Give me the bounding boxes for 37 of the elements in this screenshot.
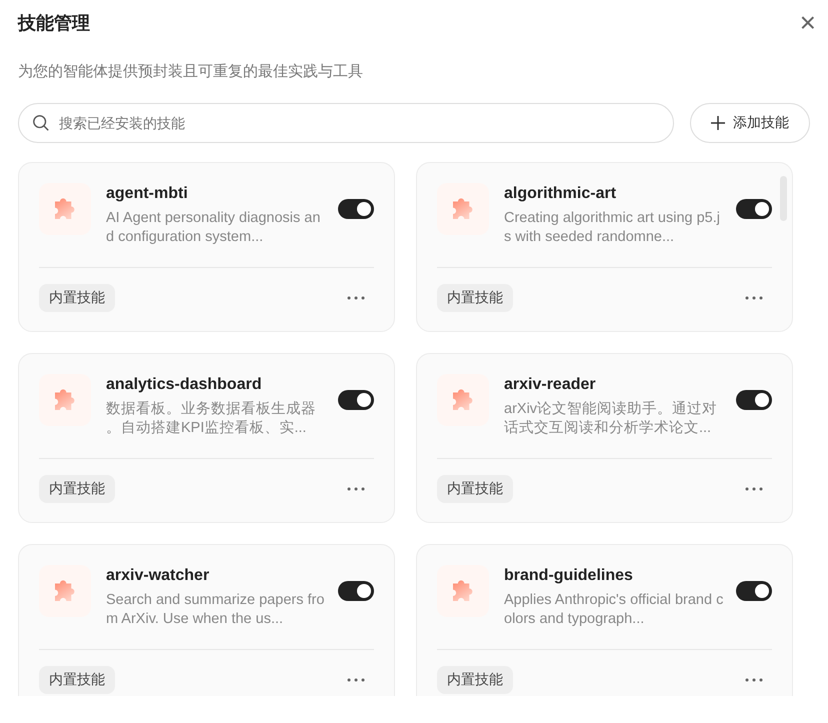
puzzle-icon xyxy=(437,565,489,617)
toggle-switch[interactable] xyxy=(338,581,374,601)
toggle-switch[interactable] xyxy=(338,199,374,219)
puzzle-icon xyxy=(437,183,489,235)
skill-tag: 内置技能 xyxy=(39,475,115,503)
puzzle-icon xyxy=(39,183,91,235)
skill-name: brand-guidelines xyxy=(504,567,634,585)
skill-description: arXiv论文智能阅读助手。通过对话式交互阅读和分析学术论文... xyxy=(504,400,718,438)
skill-description: 数据看板。业务数据看板生成器。自动搭建KPI监控看板、实... xyxy=(106,400,317,438)
skill-tag: 内置技能 xyxy=(437,284,513,312)
toggle-switch[interactable] xyxy=(736,581,772,601)
dialog-subtitle: 为您的智能体提供预封装且可重复的最佳实践与工具 xyxy=(18,62,364,81)
toggle-switch[interactable] xyxy=(338,390,374,410)
puzzle-icon xyxy=(39,374,91,426)
skill-description: AI Agent personality diagnosis and configuration system... xyxy=(106,209,322,247)
skill-tag: 内置技能 xyxy=(39,666,115,694)
skill-description: Search and summarize papers from ArXiv. Use when the us... xyxy=(106,591,326,629)
skill-name: agent-mbti xyxy=(106,185,189,203)
search-icon xyxy=(32,114,50,132)
skill-tag: 内置技能 xyxy=(437,666,513,694)
puzzle-icon xyxy=(437,374,489,426)
skill-tag: 内置技能 xyxy=(437,475,513,503)
dialog-title: 技能管理 xyxy=(18,12,90,35)
search-field[interactable]: 搜索已经安装的技能 xyxy=(18,103,674,143)
add-skill-button[interactable]: 添加技能 xyxy=(690,103,810,143)
skill-name: algorithmic-art xyxy=(504,185,618,203)
toggle-switch[interactable] xyxy=(736,390,772,410)
skill-description: Creating algorithmic art using p5.js with seeded randomne... xyxy=(504,209,721,247)
close-button[interactable]: × xyxy=(800,10,816,36)
skill-description: Applies Anthropic's official brand colors and typograph... xyxy=(504,591,724,629)
skill-tag: 内置技能 xyxy=(39,284,115,312)
skill-name: arxiv-reader xyxy=(504,376,597,394)
skill-name: arxiv-watcher xyxy=(106,567,210,585)
toggle-switch[interactable] xyxy=(736,199,772,219)
skill-name: analytics-dashboard xyxy=(106,376,263,394)
puzzle-icon xyxy=(39,565,91,617)
plus-icon xyxy=(711,116,725,130)
